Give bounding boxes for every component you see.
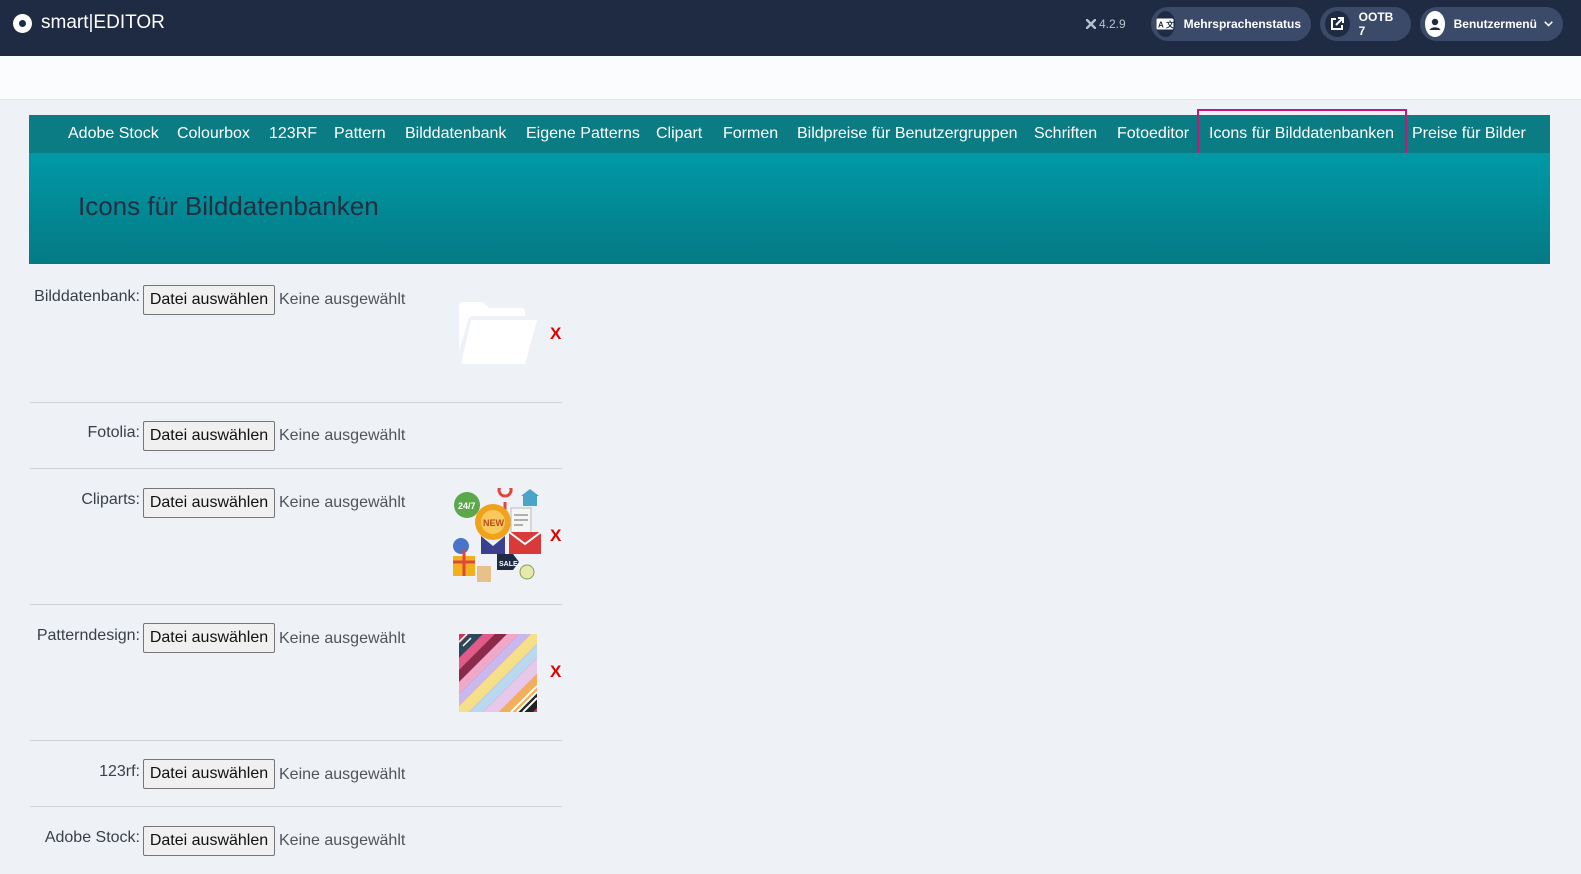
fotolia-label: Fotolia: [87,424,140,441]
bilddatenbank-file-status: Keine ausgewählt [279,291,406,308]
row-divider [30,468,562,469]
bilddatenbank-label: Bilddatenbank: [34,288,140,305]
ootb-label: OOTB 7 [1358,10,1394,38]
logo-circle-icon [13,13,32,33]
nav-item-clipart[interactable]: Clipart [656,115,702,153]
nav-item-bildpreise[interactable]: Bildpreise für Benutzergruppen [797,115,1018,153]
row-divider [30,740,562,741]
cliparts-file-status: Keine ausgewählt [279,494,406,511]
user-menu-label: Benutzermenü [1453,17,1537,31]
pattern-swatch-icon [459,634,537,712]
123rf-file-button[interactable]: Datei auswählen [143,759,275,789]
svg-text:NEW: NEW [483,518,505,528]
svg-text:SALE: SALE [499,561,518,568]
nav-item-fotoeditor[interactable]: Fotoeditor [1117,115,1189,153]
nav-item-eigene-patterns[interactable]: Eigene Patterns [526,115,640,153]
fotolia-file-status: Keine ausgewählt [279,427,406,444]
bilddatenbank-file-button[interactable]: Datei auswählen [143,285,275,315]
external-link-icon [1325,11,1350,37]
patterndesign-label: Patterndesign: [36,627,140,644]
section-nav: Adobe Stock Colourbox 123RF Pattern Bild… [29,115,1550,153]
nav-item-123rf[interactable]: 123RF [269,115,317,153]
language-status-button[interactable]: A 文 Mehrsprachenstatus [1151,7,1311,41]
clipart-collage-icon: 24/7 NEW SALE [453,488,542,582]
row-divider [30,402,562,403]
version-info: 4.2.9 [1086,17,1126,31]
page-title: Icons für Bilddatenbanken [78,191,379,221]
nav-item-pattern[interactable]: Pattern [334,115,386,153]
adobe-stock-label: Adobe Stock: [44,829,140,846]
version-number: 4.2.9 [1099,17,1126,31]
nav-item-adobe-stock[interactable]: Adobe Stock [68,115,159,153]
adobe-stock-file-status: Keine ausgewählt [279,832,406,849]
nav-item-formen[interactable]: Formen [723,115,778,153]
adobe-stock-file-button[interactable]: Datei auswählen [143,826,275,856]
row-divider [30,604,562,605]
patterndesign-file-button[interactable]: Datei auswählen [143,623,275,653]
patterndesign-delete-button[interactable]: X [550,662,561,682]
nav-item-schriften[interactable]: Schriften [1034,115,1097,153]
svg-text:24/7: 24/7 [458,501,476,511]
bilddatenbank-delete-button[interactable]: X [550,324,561,344]
chevron-down-icon [1544,21,1553,27]
fotolia-file-button[interactable]: Datei auswählen [143,421,275,451]
top-bar: smart|EDITOR 4.2.9 A 文 Mehrsprachenstatu… [0,0,1581,56]
nav-item-bilddatenbank[interactable]: Bilddatenbank [405,115,506,153]
123rf-label: 123rf: [99,763,140,780]
translate-icon: A 文 [1156,11,1175,37]
joomla-icon [1086,19,1096,29]
user-menu-button[interactable]: Benutzermenü [1420,7,1563,41]
row-divider [30,806,562,807]
ootb-button[interactable]: OOTB 7 [1320,7,1411,41]
app-logo[interactable]: smart|EDITOR [13,12,165,34]
svg-text:A: A [1158,21,1164,30]
cliparts-label: Cliparts: [81,491,140,508]
app-title: smart|EDITOR [41,12,165,33]
nav-item-preise-bilder[interactable]: Preise für Bilder [1412,115,1526,153]
nav-item-icons-bilddatenbanken[interactable]: Icons für Bilddatenbanken [1209,115,1394,153]
subheader-strip [0,56,1581,100]
page-header: Icons für Bilddatenbanken [29,153,1550,264]
folder-icon [459,302,537,364]
123rf-file-status: Keine ausgewählt [279,766,406,783]
language-status-label: Mehrsprachenstatus [1183,17,1301,31]
cliparts-delete-button[interactable]: X [550,526,561,546]
nav-item-colourbox[interactable]: Colourbox [177,115,250,153]
patterndesign-file-status: Keine ausgewählt [279,630,406,647]
cliparts-file-button[interactable]: Datei auswählen [143,488,275,518]
svg-text:文: 文 [1166,20,1174,30]
user-avatar-icon [1425,11,1445,37]
